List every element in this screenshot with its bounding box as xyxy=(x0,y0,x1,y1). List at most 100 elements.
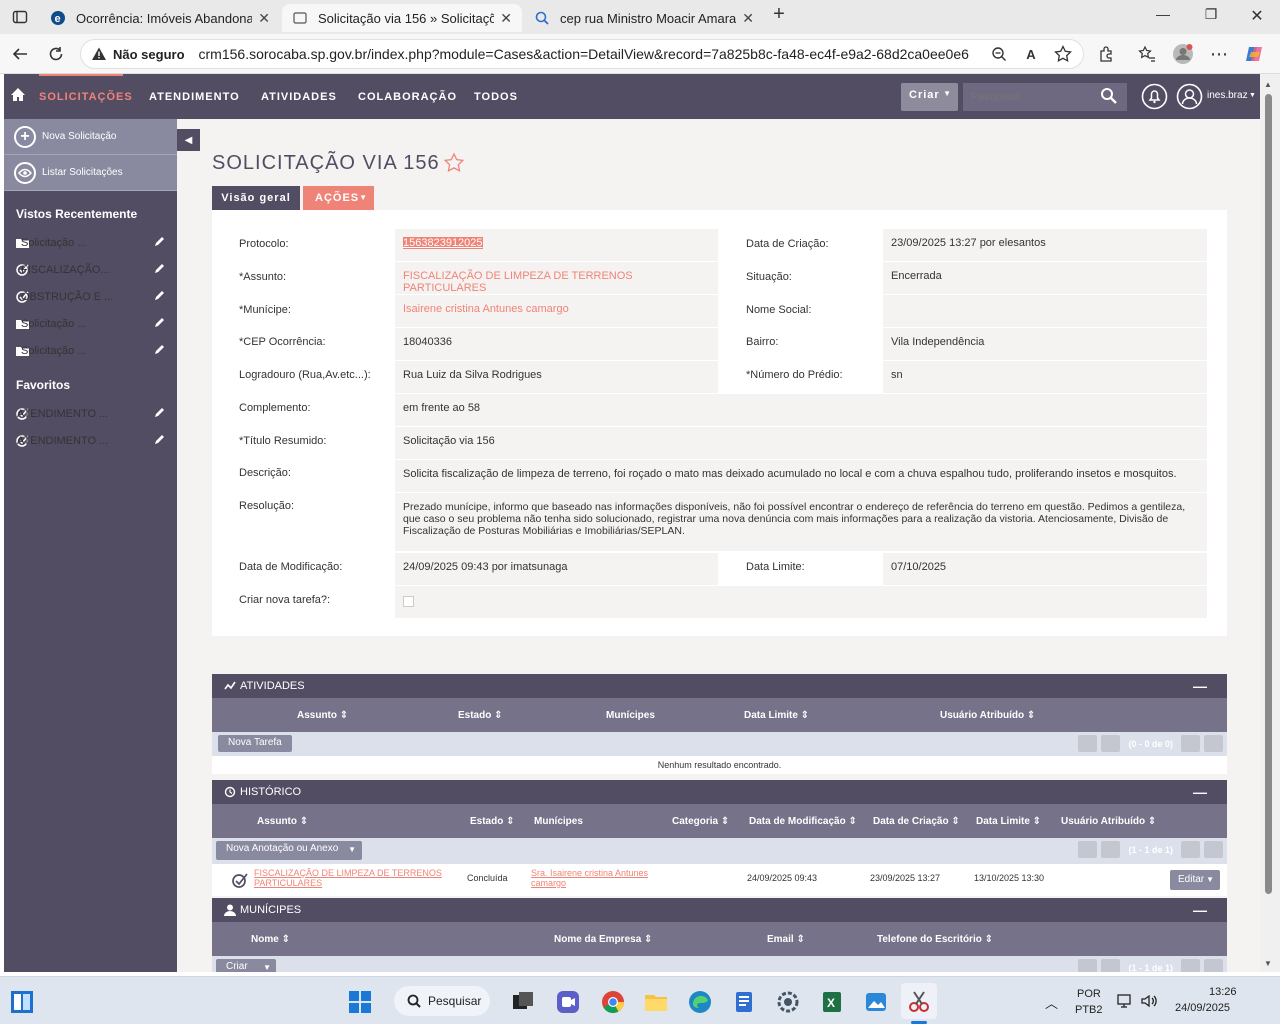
row-assunto-link[interactable]: FISCALIZAÇÃO DE LIMPEZA DE TERRENOS PARTI… xyxy=(254,868,442,888)
tab-actions-icon[interactable] xyxy=(8,5,32,29)
teams-icon[interactable] xyxy=(555,989,581,1015)
nav-atendimento[interactable]: ATENDIMENTO xyxy=(149,91,240,103)
col-data-mod[interactable]: Data de Modificação ⇕ xyxy=(749,816,857,827)
col-assunto[interactable]: Assunto ⇕ xyxy=(297,710,348,721)
minimize-icon[interactable]: — xyxy=(1193,784,1207,800)
next-page-button[interactable] xyxy=(1181,959,1200,972)
clock-date[interactable]: 24/09/2025 xyxy=(1175,1002,1230,1014)
copilot-icon[interactable] xyxy=(1244,43,1266,65)
col-telefone[interactable]: Telefone do Escritório ⇕ xyxy=(877,934,993,945)
favorite-star-icon[interactable] xyxy=(443,152,465,174)
nav-colaboracao[interactable]: COLABORAÇÃO xyxy=(358,91,457,103)
col-estado[interactable]: Estado ⇕ xyxy=(470,816,515,827)
clock-time[interactable]: 13:26 xyxy=(1209,986,1237,998)
first-page-button[interactable] xyxy=(1078,735,1098,752)
recent-item[interactable]: OBSTRUÇÃO E ... xyxy=(4,283,177,310)
table-row[interactable]: FISCALIZAÇÃO DE LIMPEZA DE TERRENOS PARTI… xyxy=(212,864,1227,896)
col-email[interactable]: Email ⇕ xyxy=(767,934,805,945)
task-view-icon[interactable] xyxy=(510,989,536,1015)
col-nome[interactable]: Nome ⇕ xyxy=(251,934,290,945)
close-icon[interactable]: ✕ xyxy=(258,10,270,27)
zoom-icon[interactable] xyxy=(988,43,1010,65)
more-icon[interactable]: ⋯ xyxy=(1208,43,1230,65)
url-bar[interactable]: Não seguro crm156.sorocaba.sp.gov.br/ind… xyxy=(80,39,1084,69)
col-estado[interactable]: Estado ⇕ xyxy=(458,710,503,721)
scroll-thumb[interactable] xyxy=(1265,94,1272,894)
prev-page-button[interactable] xyxy=(1101,735,1121,752)
prev-page-button[interactable] xyxy=(1101,841,1121,858)
assunto-link[interactable]: FISCALIZAÇÃO DE LIMPEZA DE TERRENOS PART… xyxy=(395,262,718,294)
col-data-criacao[interactable]: Data de Criação ⇕ xyxy=(873,816,960,827)
extensions-icon[interactable] xyxy=(1096,43,1118,65)
snipping-tool-icon[interactable] xyxy=(906,989,932,1015)
excel-icon[interactable]: X xyxy=(819,989,845,1015)
favorite-item[interactable]: ATENDIMENTO ... xyxy=(4,427,177,454)
col-nome-empresa[interactable]: Nome da Empresa ⇕ xyxy=(554,934,652,945)
tab-solicitacao[interactable]: Solicitação via 156 » Solicitações ✕ xyxy=(282,4,522,32)
historico-header[interactable]: HISTÓRICO — xyxy=(212,780,1227,804)
pencil-icon[interactable] xyxy=(154,290,165,301)
close-icon[interactable]: ✕ xyxy=(742,10,754,27)
pencil-icon[interactable] xyxy=(154,344,165,355)
col-data-limite[interactable]: Data Limite ⇕ xyxy=(976,816,1041,827)
minimize-icon[interactable]: — xyxy=(1193,678,1207,694)
row-municipe-link[interactable]: Sra. Isairene cristina Antunes camargo xyxy=(531,868,648,888)
recent-item[interactable]: Solicitação ... xyxy=(4,229,177,256)
col-categoria[interactable]: Categoria ⇕ xyxy=(672,816,729,827)
favorite-star-icon[interactable] xyxy=(1052,43,1074,65)
last-page-button[interactable] xyxy=(1204,841,1223,858)
col-assunto[interactable]: Assunto ⇕ xyxy=(257,816,308,827)
actions-dropdown[interactable]: AÇÕES ▼ xyxy=(303,186,374,210)
notifications-bell-icon[interactable] xyxy=(1141,83,1168,110)
close-icon[interactable]: ✕ xyxy=(500,10,512,27)
notepad-icon[interactable] xyxy=(731,989,757,1015)
tab-ocorrencia[interactable]: e Ocorrência: Imóveis Abandonado ✕ xyxy=(40,4,280,32)
nova-anotacao-button[interactable]: Nova Anotação ou Anexo ▼ xyxy=(216,841,362,860)
window-close-icon[interactable]: ✕ xyxy=(1234,6,1280,26)
nav-atividades[interactable]: ATIVIDADES xyxy=(261,91,337,103)
reload-icon[interactable] xyxy=(44,42,68,66)
username[interactable]: ines.braz xyxy=(1207,90,1248,101)
last-page-button[interactable] xyxy=(1204,735,1223,752)
volume-icon[interactable] xyxy=(1140,992,1158,1010)
atividades-header[interactable]: ATIVIDADES — xyxy=(212,674,1227,698)
recent-item[interactable]: Solicitação ... xyxy=(4,310,177,337)
criar-tarefa-checkbox[interactable] xyxy=(403,596,414,607)
next-page-button[interactable] xyxy=(1181,735,1200,752)
favorite-item[interactable]: ATENDIMENTO ... xyxy=(4,400,177,427)
pencil-icon[interactable] xyxy=(154,434,165,445)
pencil-icon[interactable] xyxy=(154,263,165,274)
create-button[interactable]: Criar ▼ xyxy=(901,83,958,111)
language-code[interactable]: POR xyxy=(1077,988,1101,1000)
edge-icon[interactable] xyxy=(687,989,713,1015)
nav-solicitacoes[interactable]: SOLICITAÇÕES xyxy=(39,91,133,103)
first-page-button[interactable] xyxy=(1078,841,1098,858)
first-page-button[interactable] xyxy=(1078,959,1098,972)
pencil-icon[interactable] xyxy=(154,407,165,418)
municipe-link[interactable]: Isairene cristina Antunes camargo xyxy=(395,295,718,327)
user-caret-icon[interactable]: ▼ xyxy=(1249,92,1256,99)
favorites-icon[interactable] xyxy=(1136,43,1158,65)
restore-icon[interactable]: ❐ xyxy=(1188,6,1234,23)
scroll-up-icon[interactable]: ▲ xyxy=(1264,80,1272,89)
next-page-button[interactable] xyxy=(1181,841,1200,858)
widgets-icon[interactable] xyxy=(9,989,35,1015)
url-text[interactable]: crm156.sorocaba.sp.gov.br/index.php?modu… xyxy=(199,46,969,62)
search-icon[interactable] xyxy=(1100,87,1118,105)
profile-avatar[interactable] xyxy=(1172,43,1194,65)
not-secure-label[interactable]: Não seguro xyxy=(113,47,185,62)
nova-tarefa-button[interactable]: Nova Tarefa xyxy=(218,735,292,752)
list-requests-action[interactable]: Listar Solicitações xyxy=(4,155,177,191)
minimize-icon[interactable]: — xyxy=(1193,902,1207,918)
keyboard-layout[interactable]: PTB2 xyxy=(1075,1004,1103,1016)
col-usuario[interactable]: Usuário Atribuído ⇕ xyxy=(940,710,1035,721)
pencil-icon[interactable] xyxy=(154,317,165,328)
sidebar-collapse-button[interactable]: ◀ xyxy=(177,129,200,151)
settings-icon[interactable] xyxy=(775,989,801,1015)
file-explorer-icon[interactable] xyxy=(643,989,669,1015)
col-usuario[interactable]: Usuário Atribuído ⇕ xyxy=(1061,816,1156,827)
back-icon[interactable] xyxy=(8,42,32,66)
nav-todos[interactable]: TODOS xyxy=(474,91,518,103)
user-avatar-icon[interactable] xyxy=(1176,83,1203,110)
page-scrollbar[interactable]: ▲ ▼ xyxy=(1260,74,1280,972)
